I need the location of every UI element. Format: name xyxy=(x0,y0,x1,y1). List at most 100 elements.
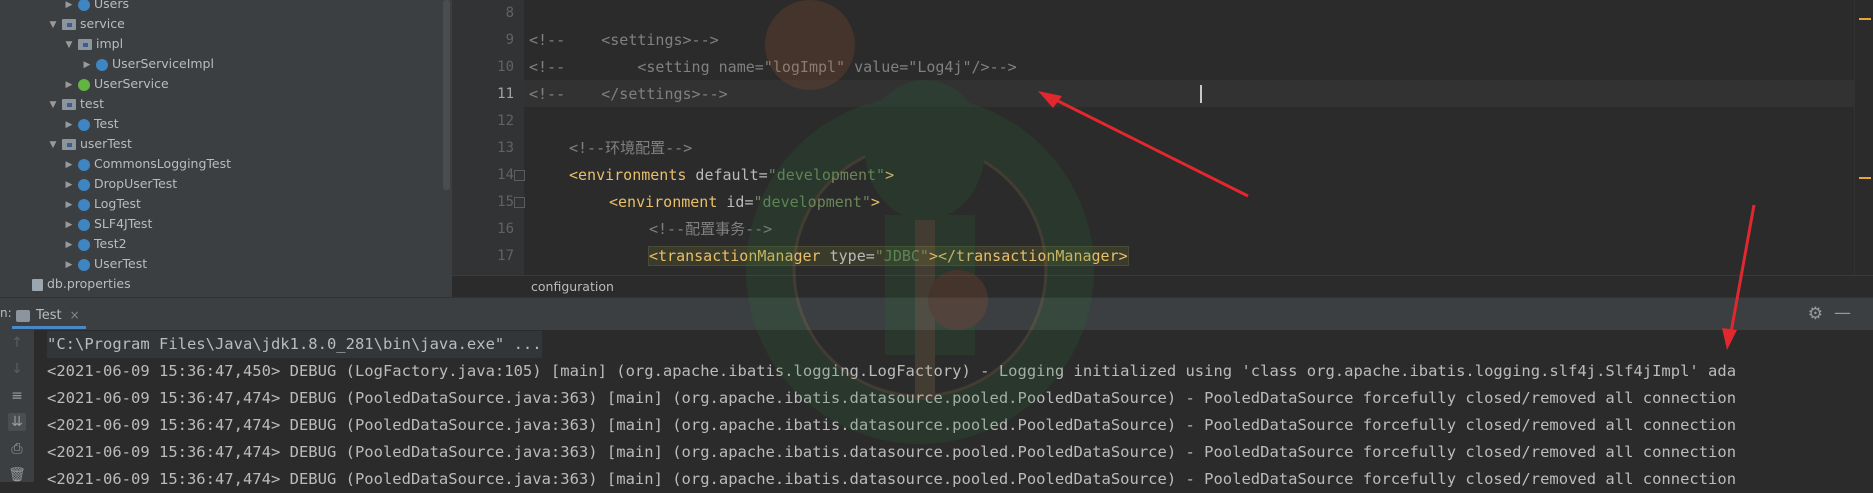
run-header: n: Test × ⚙ — xyxy=(0,298,1873,330)
code-line-17: <transactionManager type="JDBC"></transa… xyxy=(648,243,1129,270)
tree-item-userservice[interactable]: ▶ UserService xyxy=(62,74,169,94)
code-line-9: <!-- <settings>--> xyxy=(529,27,719,54)
breadcrumb[interactable]: configuration xyxy=(531,279,614,294)
chevron-down-icon[interactable]: ▼ xyxy=(62,35,76,55)
chevron-right-icon[interactable]: ▶ xyxy=(62,175,76,195)
chevron-down-icon[interactable]: ▼ xyxy=(46,15,60,35)
tree-item-commonsloggingtest[interactable]: ▶ CommonsLoggingTest xyxy=(62,154,232,175)
tree-item-label: userTest xyxy=(80,136,132,151)
minimize-icon[interactable]: — xyxy=(1834,303,1851,323)
tree-item-test-folder[interactable]: ▼ test xyxy=(46,94,104,114)
line-number-gutter: 8 9 10 11 12 13 14 15 16 17 xyxy=(452,0,525,275)
tree-item-label: LogTest xyxy=(94,196,141,211)
xml-tag: > xyxy=(870,193,880,211)
chevron-right-icon[interactable]: ▶ xyxy=(62,155,76,175)
matched-tag-highlight: <transactionManager type="JDBC"></transa… xyxy=(648,246,1129,266)
tab-test[interactable]: Test × xyxy=(12,304,86,329)
xml-value: "development" xyxy=(767,166,886,184)
chevron-right-icon[interactable]: ▶ xyxy=(80,55,94,75)
warning-marker[interactable] xyxy=(1859,18,1871,20)
xml-tag: > xyxy=(885,166,895,184)
tree-item-impl[interactable]: ▼ impl xyxy=(62,34,124,55)
chevron-right-icon[interactable]: ▶ xyxy=(62,115,76,135)
fold-marker-icon[interactable] xyxy=(514,197,525,208)
close-icon[interactable]: × xyxy=(70,308,80,322)
tree-item-usertest-folder[interactable]: ▼ userTest xyxy=(46,134,132,154)
class-icon xyxy=(78,218,90,231)
chevron-right-icon[interactable]: ▶ xyxy=(62,195,76,215)
tree-item-logtest[interactable]: ▶ LogTest xyxy=(62,194,141,214)
class-icon xyxy=(78,0,90,11)
xml-comment: <!-- <setting name="logImpl" value="Log4… xyxy=(529,58,1017,76)
line-number: 17 xyxy=(497,248,514,264)
tree-item-userserviceimpl[interactable]: ▶ UserServiceImpl xyxy=(80,54,214,74)
tree-item-label: test xyxy=(80,96,105,111)
warning-marker[interactable] xyxy=(1859,177,1871,179)
code-editor[interactable]: 8 9 10 11 12 13 14 15 16 17 <!-- <settin… xyxy=(452,0,1873,297)
tree-item-db-properties[interactable]: db.properties xyxy=(16,274,131,294)
tree-item-usertest[interactable]: ▶ UserTest xyxy=(62,254,148,275)
xml-comment: <!--配置事务--> xyxy=(649,220,773,238)
project-tree-panel: ▶ Users ▼ service ▼ impl ▶ UserServiceImpl ▶… xyxy=(0,0,452,297)
tree-item-label: UserTest xyxy=(94,256,148,271)
xml-attribute: default= xyxy=(686,166,768,184)
tree-item-users[interactable]: ▶ Users xyxy=(62,0,129,14)
tree-item-service[interactable]: ▼ service xyxy=(46,14,125,34)
properties-file-icon xyxy=(32,278,43,291)
xml-comment: <!--环境配置--> xyxy=(569,139,693,157)
trash-icon[interactable]: 🗑 xyxy=(8,466,26,484)
line-number: 13 xyxy=(497,140,514,156)
chevron-right-icon[interactable]: ▶ xyxy=(62,235,76,255)
xml-value: "JDBC" xyxy=(874,247,929,265)
tree-item-label: UserServiceImpl xyxy=(112,56,214,71)
package-folder-icon xyxy=(62,99,76,110)
package-folder-icon xyxy=(62,139,76,150)
code-line-16: <!--配置事务--> xyxy=(649,216,772,243)
xml-value: "development" xyxy=(753,193,871,211)
class-icon xyxy=(78,178,90,191)
gear-icon[interactable]: ⚙ xyxy=(1808,304,1823,324)
run-toolbar: ↑ ↓ ≡ ⇊ ⎙ 🗑 xyxy=(0,330,34,484)
tree-item-slf4jtest[interactable]: ▶ SLF4JTest xyxy=(62,214,153,235)
class-icon xyxy=(96,58,108,71)
tree-item-dropusertest[interactable]: ▶ DropUserTest xyxy=(62,174,178,195)
chevron-right-icon[interactable]: ▶ xyxy=(62,0,76,15)
tree-item-test2[interactable]: ▶ Test2 xyxy=(62,234,127,254)
tree-item-label: db.properties xyxy=(47,276,131,291)
tree-item-label: CommonsLoggingTest xyxy=(94,156,232,171)
xml-tag: <transactionManager xyxy=(649,247,821,265)
chevron-right-icon[interactable]: ▶ xyxy=(62,215,76,235)
print-icon[interactable]: ⎙ xyxy=(8,440,26,458)
xml-comment: <!-- </settings>--> xyxy=(529,85,728,103)
chevron-right-icon[interactable]: ▶ xyxy=(62,75,76,95)
tree-item-label: impl xyxy=(96,36,124,51)
arrow-down-icon[interactable]: ↓ xyxy=(8,360,26,378)
code-line-11: <!-- </settings>--> xyxy=(529,81,728,108)
fold-marker-icon[interactable] xyxy=(514,170,525,181)
soft-wrap-icon[interactable]: ≡ xyxy=(8,387,26,405)
xml-tag: <environments xyxy=(569,166,687,184)
run-config-icon xyxy=(16,309,30,322)
line-number-current: 11 xyxy=(497,86,514,102)
scroll-to-end-icon[interactable]: ⇊ xyxy=(8,413,26,431)
code-line-13: <!--环境配置--> xyxy=(569,135,692,162)
chevron-right-icon[interactable]: ▶ xyxy=(62,255,76,275)
line-number: 12 xyxy=(497,113,514,129)
tree-item-test[interactable]: ▶ Test xyxy=(62,114,119,134)
tree-item-label: UserService xyxy=(94,76,169,91)
tree-item-label: Users xyxy=(94,0,130,11)
tree-scrollbar[interactable] xyxy=(443,0,450,190)
console-command-line[interactable]: "C:\Program Files\Java\jdk1.8.0_281\bin\… xyxy=(47,331,542,358)
chevron-down-icon[interactable]: ▼ xyxy=(46,95,60,115)
console-log-line: <2021-06-09 15:36:47,474> DEBUG (PooledD… xyxy=(47,389,1737,407)
editor-error-stripe[interactable] xyxy=(1854,0,1873,275)
arrow-up-icon[interactable]: ↑ xyxy=(8,334,26,352)
tree-item-label: Test2 xyxy=(94,236,127,251)
run-tool-window: n: Test × ⚙ — ↑ ↓ ≡ ⇊ ⎙ 🗑 "C:\Program Fil… xyxy=(0,297,1873,488)
package-folder-icon xyxy=(62,19,76,30)
chevron-down-icon[interactable]: ▼ xyxy=(46,135,60,155)
tree-item-label: service xyxy=(80,16,125,31)
tab-label: Test xyxy=(36,308,62,323)
console-log-line: <2021-06-09 15:36:47,474> DEBUG (PooledD… xyxy=(47,443,1737,461)
class-icon xyxy=(78,198,90,211)
